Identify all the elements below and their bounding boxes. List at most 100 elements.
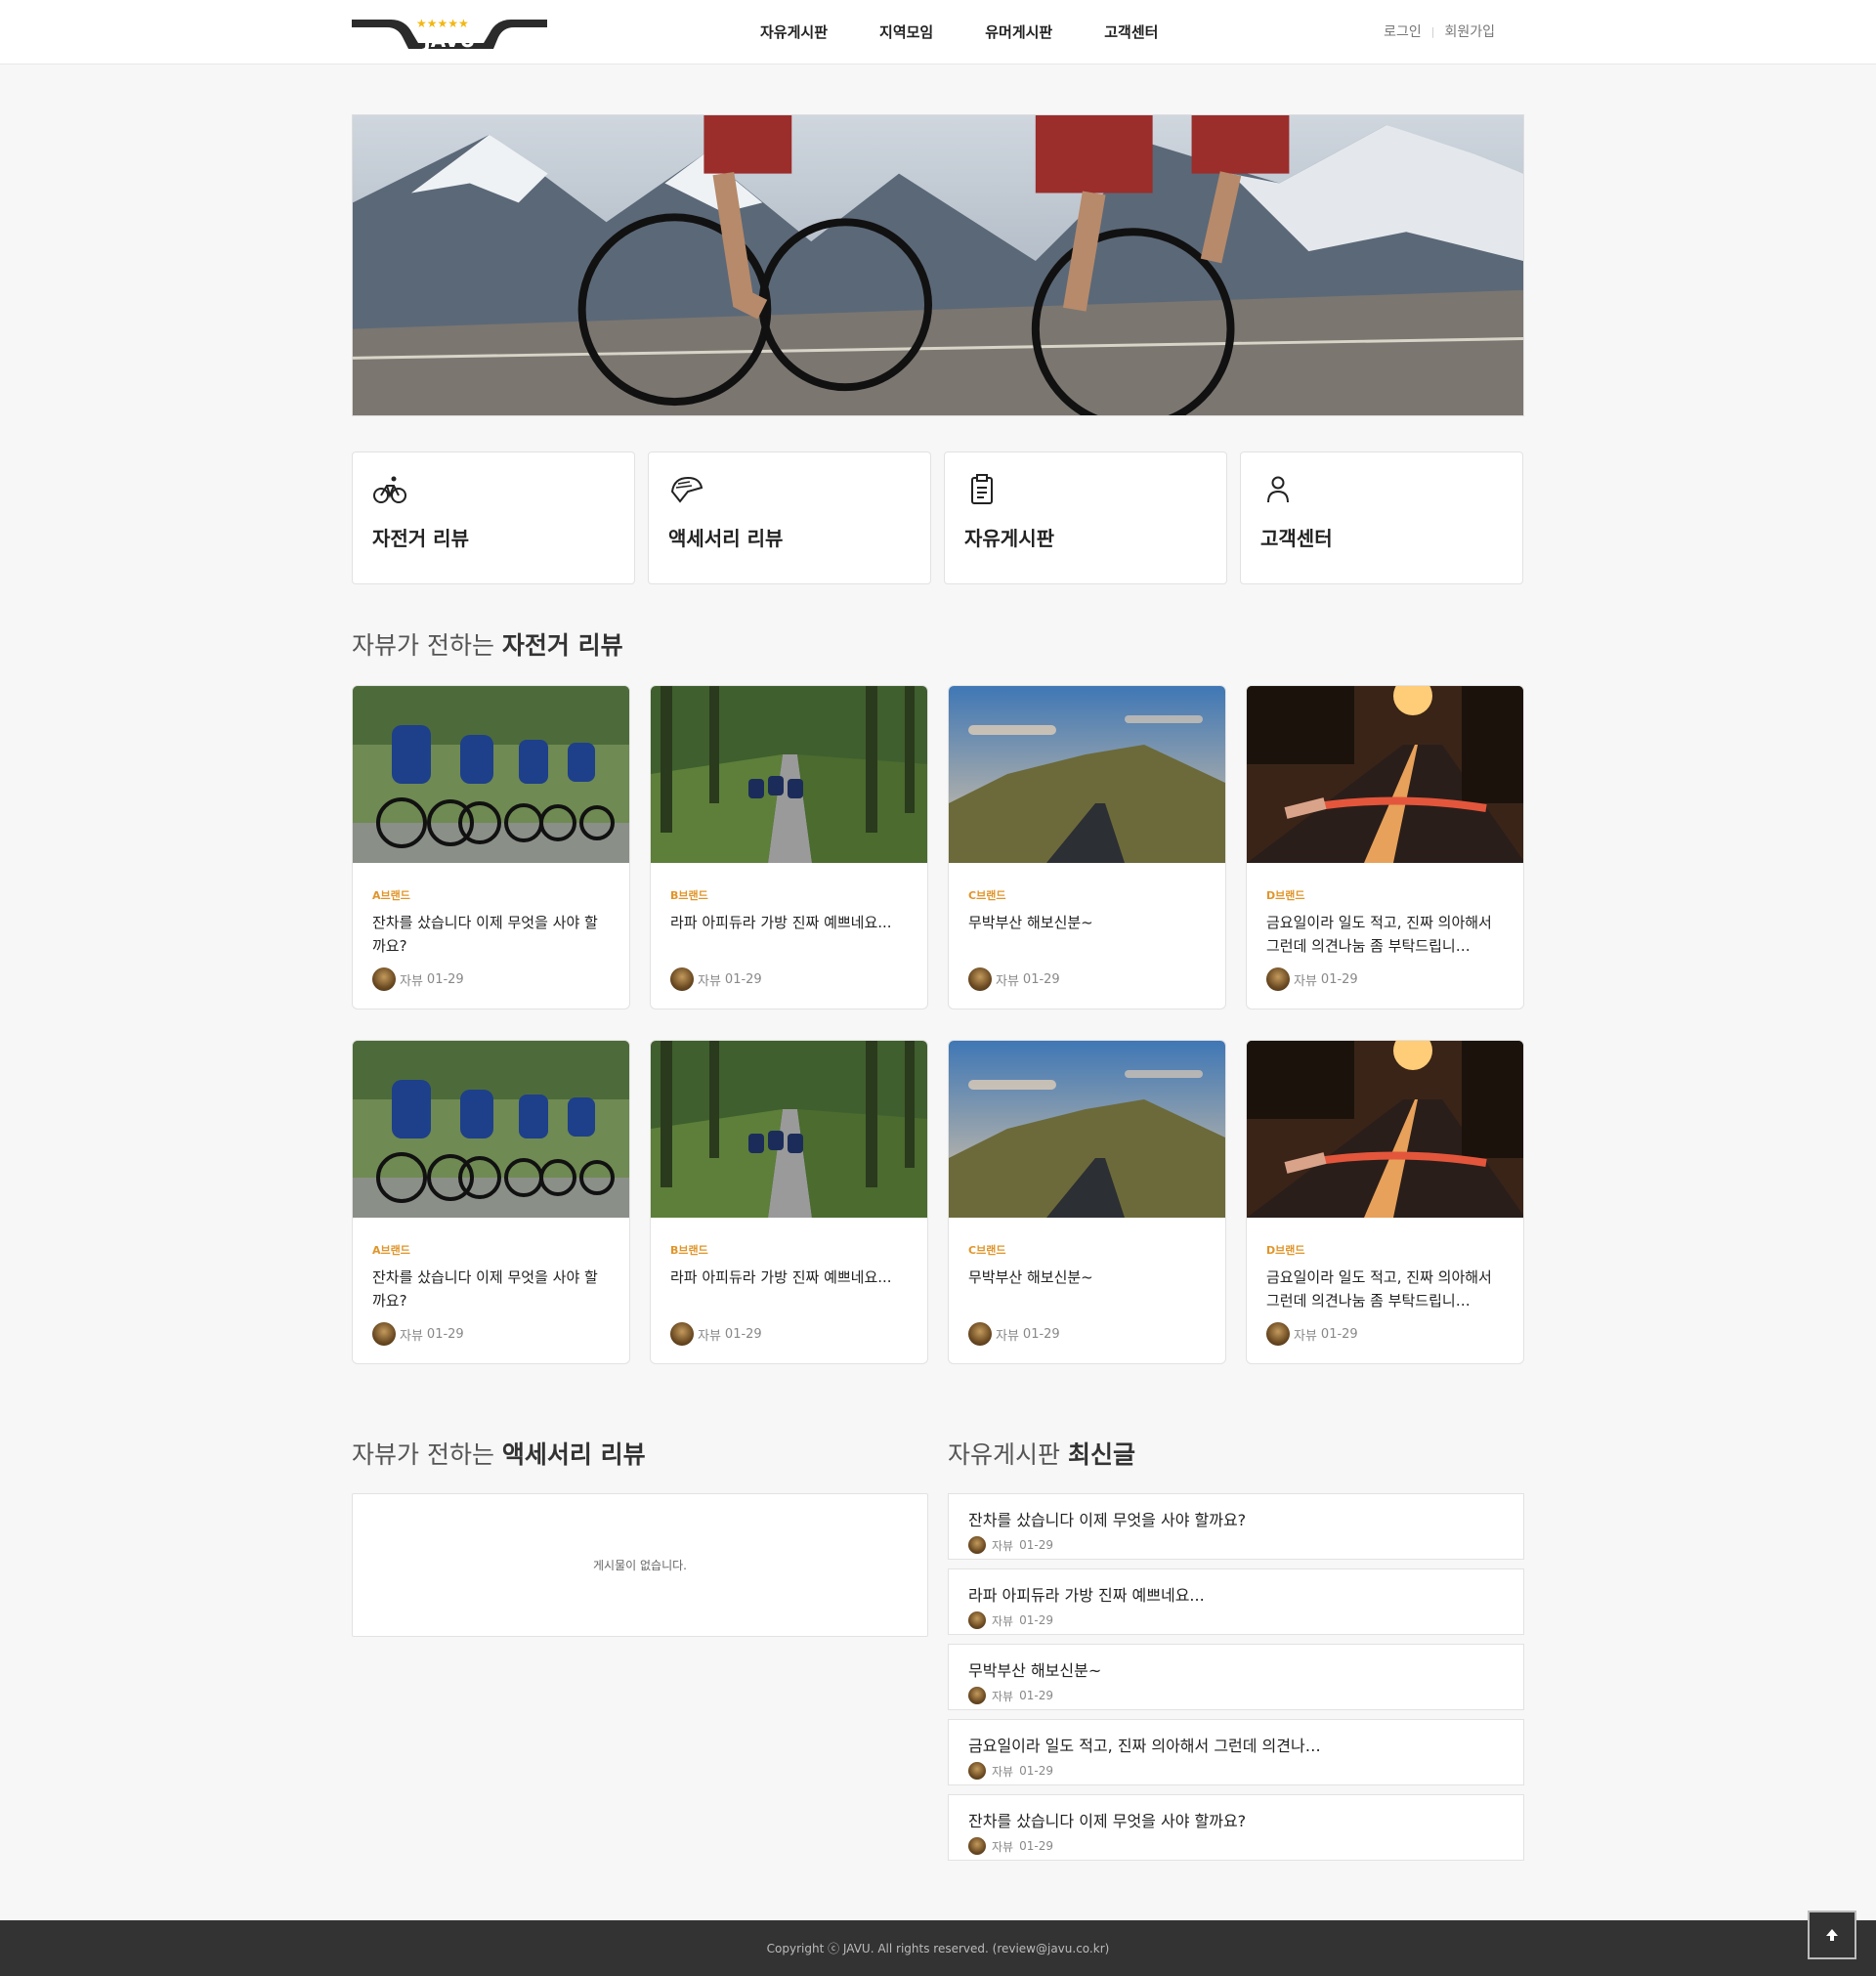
author-avatar: [968, 1322, 992, 1346]
author-avatar: [968, 1611, 986, 1629]
arrow-up-icon: [1826, 1929, 1838, 1941]
quick-card-label: 자전거 리뷰: [372, 527, 469, 550]
nav-customer-center[interactable]: 고객센터: [1104, 21, 1158, 42]
bike-review-row: A브랜드 잔차를 샀습니다 이제 무엇을 사야 할까요? 자뷰 01-29 B브랜드 라파…: [352, 685, 1524, 1009]
review-date: 01-29: [426, 1326, 464, 1342]
site-footer: Copyright ⓒ JAVU. All rights reserved. (…: [0, 1920, 1876, 1976]
review-author: 자뷰: [400, 1328, 423, 1344]
review-thumbnail: [353, 686, 629, 863]
site-logo[interactable]: ★★★★★ JAVU: [352, 14, 547, 53]
review-meta: 자뷰 01-29: [1266, 1322, 1504, 1346]
quick-card-label: 자유게시판: [964, 527, 1054, 550]
review-title: 라파 아피듀라 가방 진짜 예쁘네요...: [670, 914, 892, 931]
auth-links: 로그인 | 회원가입: [1384, 21, 1495, 41]
free-board-item-title: 금요일이라 일도 적고, 진짜 의아해서 그런데 의견나눔 …: [968, 1737, 1330, 1755]
free-board-item-author: 자뷰: [992, 1839, 1014, 1854]
author-avatar: [670, 1322, 694, 1346]
quick-card-customer-center[interactable]: 고객센터: [1240, 451, 1523, 584]
quick-card-accessory-review[interactable]: 액세서리 리뷰: [648, 451, 931, 584]
free-board-item-meta: 자뷰 01-29: [968, 1611, 1504, 1629]
free-board-item[interactable]: 라파 아피듀라 가방 진짜 예쁘네요... 자뷰 01-29: [948, 1568, 1524, 1635]
review-meta: 자뷰 01-29: [670, 967, 908, 991]
review-card-body: A브랜드 잔차를 샀습니다 이제 무엇을 사야 할까요? 자뷰 01-29: [353, 1218, 629, 1346]
review-meta: 자뷰 01-29: [670, 1322, 908, 1346]
free-board-item[interactable]: 잔차를 샀습니다 이제 무엇을 사야 할까요? 자뷰 01-29: [948, 1493, 1524, 1560]
author-avatar: [968, 1762, 986, 1780]
review-author: 자뷰: [400, 973, 423, 989]
author-avatar: [372, 1322, 396, 1346]
review-brand: C브랜드: [968, 1244, 1006, 1257]
review-card[interactable]: A브랜드 잔차를 샀습니다 이제 무엇을 사야 할까요? 자뷰 01-29: [352, 685, 630, 1009]
review-card[interactable]: D브랜드금요일이라 일도 적고, 진짜 의아해서 그런데 의견나눔 좀 부탁드립…: [1246, 685, 1524, 1009]
review-thumbnail: [949, 1041, 1225, 1218]
review-title: 잔차를 샀습니다 이제 무엇을 사야 할까요?: [372, 914, 598, 955]
review-title: 금요일이라 일도 적고, 진짜 의아해서 그런데 의견나눔 좀 부탁드립니…: [1266, 914, 1492, 955]
review-meta: 자뷰 01-29: [968, 1322, 1206, 1346]
review-brand: D브랜드: [1266, 889, 1305, 902]
review-card[interactable]: D브랜드 금요일이라 일도 적고, 진짜 의아해서 그런데 의견나눔 좀 부탁드립…: [1246, 1040, 1524, 1364]
login-link[interactable]: 로그인: [1384, 21, 1422, 41]
copyright-text: Copyright ⓒ JAVU. All rights reserved. (…: [766, 1942, 1110, 1955]
review-date: 01-29: [1320, 971, 1358, 987]
free-board-item[interactable]: 무박부산 해보신분~ 자뷰 01-29: [948, 1644, 1524, 1710]
review-card-body: C브랜드무박부산 해보신분~ 자뷰 01-29: [949, 1218, 1225, 1346]
signup-link[interactable]: 회원가입: [1444, 21, 1495, 41]
review-brand: D브랜드: [1266, 1244, 1305, 1257]
site-header: ★★★★★ JAVU 자유게시판 지역모임 유머게시판 고객센터 로그인 | 회…: [0, 0, 1876, 64]
helmet-icon: [670, 476, 704, 503]
bike-review-row: A브랜드 잔차를 샀습니다 이제 무엇을 사야 할까요? 자뷰 01-29 B브랜드 라파…: [352, 1040, 1524, 1364]
quick-card-bike-review[interactable]: 자전거 리뷰: [352, 451, 635, 584]
free-board-title: 자유게시판 최신글: [948, 1440, 1135, 1469]
review-card[interactable]: B브랜드 라파 아피듀라 가방 진짜 예쁘네요... 자뷰 01-29: [650, 1040, 928, 1364]
review-card-body: C브랜드 무박부산 해보신분~ 자뷰 01-29: [949, 863, 1225, 991]
free-board-item-date: 01-29: [1019, 1689, 1053, 1702]
quick-card-free-board[interactable]: 자유게시판: [944, 451, 1227, 584]
review-brand: B브랜드: [670, 889, 708, 902]
review-date: 01-29: [724, 971, 762, 987]
review-card[interactable]: A브랜드 잔차를 샀습니다 이제 무엇을 사야 할까요? 자뷰 01-29: [352, 1040, 630, 1364]
free-board-item-author: 자뷰: [992, 1613, 1014, 1628]
review-brand: A브랜드: [372, 1244, 410, 1257]
free-board-list: 잔차를 샀습니다 이제 무엇을 사야 할까요? 자뷰 01-29 라파 아피듀라 가방…: [948, 1493, 1524, 1869]
nav-humor-board[interactable]: 유머게시판: [985, 21, 1052, 42]
author-avatar: [1266, 1322, 1290, 1346]
free-board-item[interactable]: 금요일이라 일도 적고, 진짜 의아해서 그런데 의견나눔 … 자뷰 01-29: [948, 1719, 1524, 1785]
author-avatar: [968, 1536, 986, 1554]
scroll-top-button[interactable]: [1808, 1911, 1856, 1959]
free-board-item-date: 01-29: [1019, 1839, 1053, 1853]
nav-local-meetup[interactable]: 지역모임: [879, 21, 933, 42]
author-avatar: [968, 1837, 986, 1855]
review-date: 01-29: [1320, 1326, 1358, 1342]
author-avatar: [968, 1687, 986, 1704]
quick-card-label: 고객센터: [1260, 527, 1333, 550]
free-board-item-date: 01-29: [1019, 1764, 1053, 1778]
review-card-body: D브랜드 금요일이라 일도 적고, 진짜 의아해서 그런데 의견나눔 좀 부탁드립…: [1247, 1218, 1523, 1346]
review-card-body: A브랜드 잔차를 샀습니다 이제 무엇을 사야 할까요? 자뷰 01-29: [353, 863, 629, 991]
hero-banner: [352, 114, 1524, 416]
review-author: 자뷰: [996, 973, 1019, 989]
review-card[interactable]: C브랜드 무박부산 해보신분~ 자뷰 01-29: [948, 685, 1226, 1009]
free-board-item-title: 무박부산 해보신분~: [968, 1661, 1102, 1680]
bicycle-icon: [373, 476, 406, 503]
review-title: 무박부산 해보신분~: [968, 1268, 1093, 1286]
review-card-body: D브랜드금요일이라 일도 적고, 진짜 의아해서 그런데 의견나눔 좀 부탁드립…: [1247, 863, 1523, 991]
auth-separator: |: [1430, 24, 1435, 38]
nav-free-board[interactable]: 자유게시판: [760, 21, 828, 42]
review-date: 01-29: [724, 1326, 762, 1342]
review-brand: B브랜드: [670, 1244, 708, 1257]
review-title: 무박부산 해보신분~: [968, 914, 1093, 931]
person-icon: [1267, 476, 1289, 503]
free-board-item-meta: 자뷰 01-29: [968, 1762, 1504, 1780]
review-card[interactable]: C브랜드무박부산 해보신분~ 자뷰 01-29: [948, 1040, 1226, 1364]
free-board-item-meta: 자뷰 01-29: [968, 1837, 1504, 1855]
free-board-item[interactable]: 잔차를 샀습니다 이제 무엇을 사야 할까요? 자뷰 01-29: [948, 1794, 1524, 1861]
review-meta: 자뷰 01-29: [968, 967, 1206, 991]
review-brand: A브랜드: [372, 889, 410, 902]
review-thumbnail: [353, 1041, 629, 1218]
review-date: 01-29: [1022, 971, 1060, 987]
free-board-item-title: 라파 아피듀라 가방 진짜 예쁘네요...: [968, 1586, 1205, 1605]
author-avatar: [1266, 967, 1290, 991]
review-card[interactable]: B브랜드라파 아피듀라 가방 진짜 예쁘네요... 자뷰 01-29: [650, 685, 928, 1009]
review-thumbnail: [1247, 686, 1523, 863]
review-author: 자뷰: [698, 1328, 721, 1344]
